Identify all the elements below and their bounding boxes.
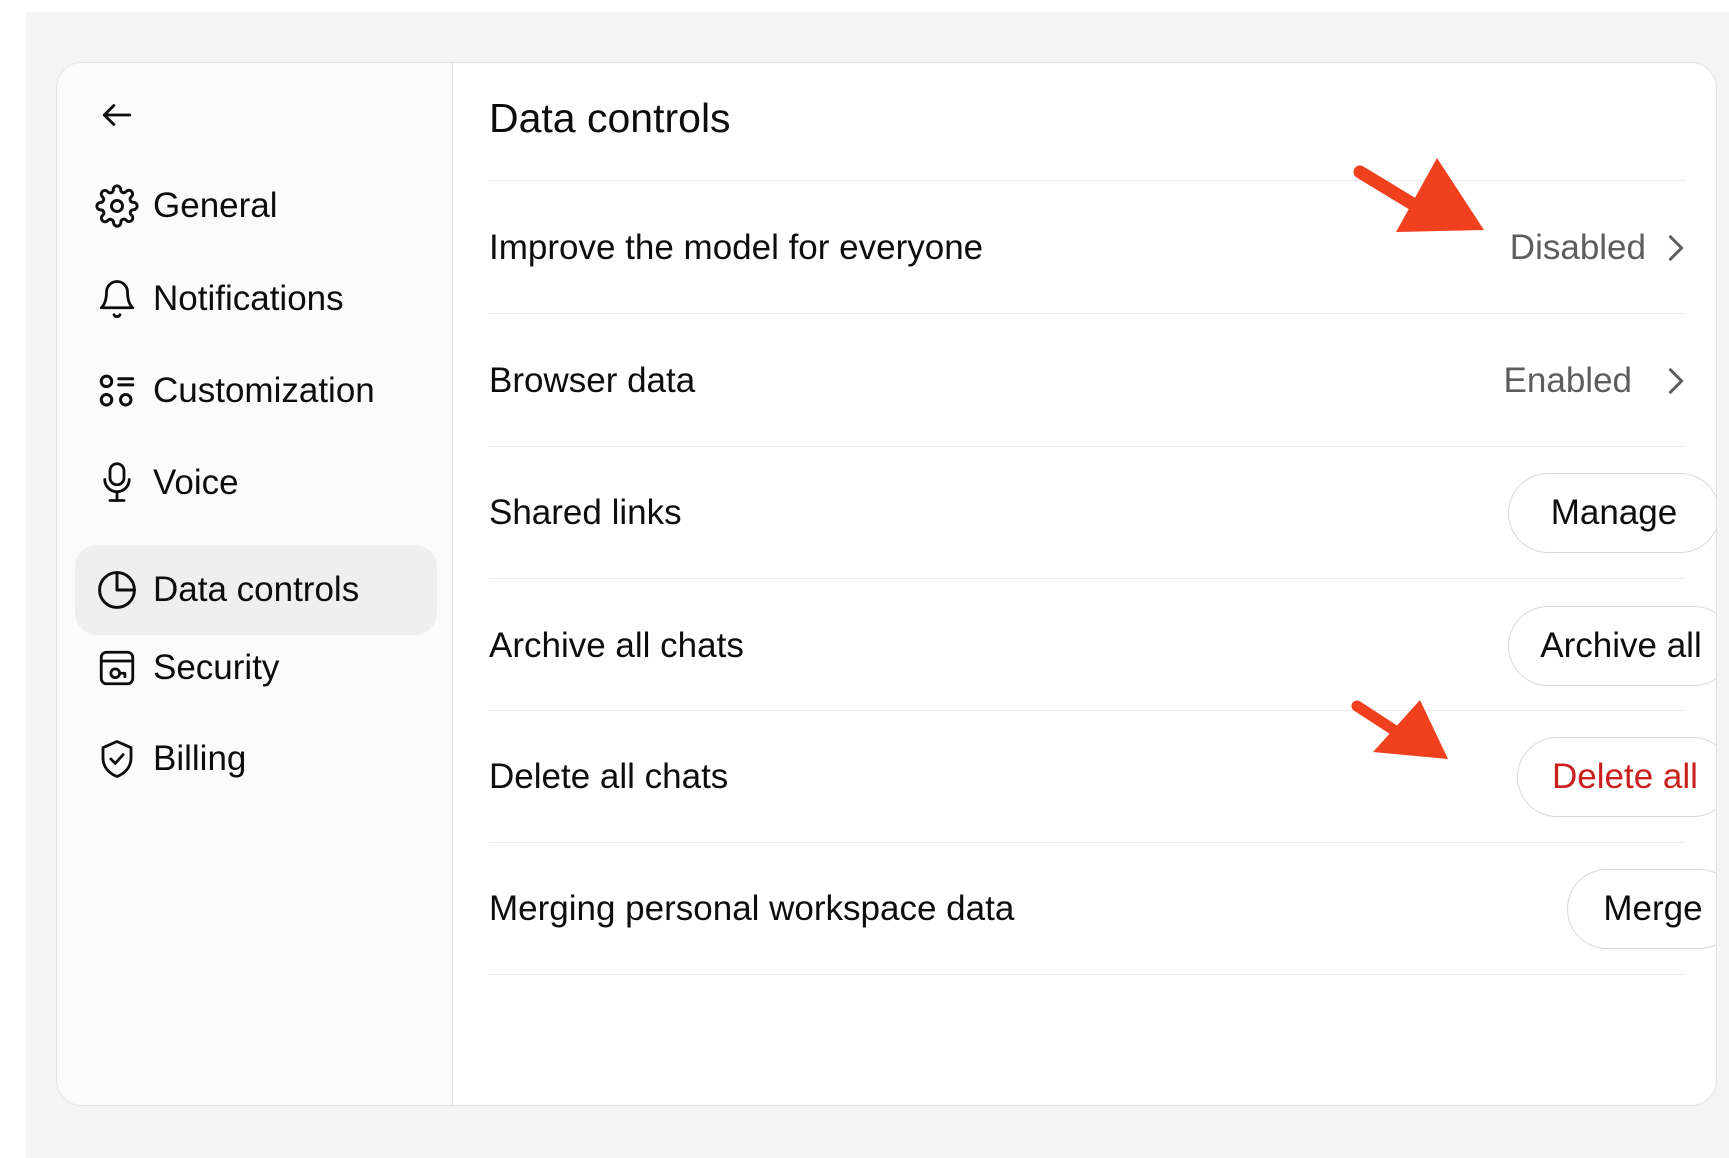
settings-content: Data controls Improve the model for ever… xyxy=(489,63,1716,1105)
annotation-arrow-disabled xyxy=(1353,158,1484,232)
microphone-icon xyxy=(93,459,141,507)
merge-button[interactable]: Merge xyxy=(1567,869,1716,949)
divider xyxy=(489,313,1686,314)
sidebar-item-notifications[interactable]: Notifications xyxy=(75,254,437,344)
browser-data-setting[interactable]: Enabled xyxy=(1504,361,1686,401)
sidebar-item-security[interactable]: Security xyxy=(75,623,437,713)
row-label-improve-model: Improve the model for everyone xyxy=(489,228,984,267)
sidebar-item-label: Billing xyxy=(153,739,247,778)
divider xyxy=(489,842,1686,843)
arrow-left-icon xyxy=(102,104,132,126)
improve-model-value: Disabled xyxy=(1509,228,1646,267)
bell-icon xyxy=(93,275,141,323)
sidebar-item-label: Notifications xyxy=(153,279,344,318)
sidebar-item-data-controls[interactable]: Data controls xyxy=(75,545,437,635)
sidebar-item-billing[interactable]: Billing xyxy=(75,714,437,804)
divider xyxy=(489,180,1686,181)
sidebar-item-label: Security xyxy=(153,648,280,687)
page-title: Data controls xyxy=(489,95,731,141)
divider xyxy=(489,974,1686,975)
divider xyxy=(489,578,1686,579)
divider xyxy=(489,446,1686,447)
sidebar-item-customization[interactable]: Customization xyxy=(75,346,437,436)
sidebar-item-label: Data controls xyxy=(153,570,360,609)
shield-check-icon xyxy=(93,735,141,783)
chevron-right-icon xyxy=(1666,366,1686,396)
row-label-browser-data: Browser data xyxy=(489,361,696,400)
divider xyxy=(489,710,1686,711)
delete-all-button[interactable]: Delete all xyxy=(1517,737,1716,817)
annotation-arrow-delete-all xyxy=(1351,700,1448,759)
gear-icon xyxy=(93,182,141,230)
pie-chart-icon xyxy=(93,566,141,614)
lock-card-icon xyxy=(93,644,141,692)
sidebar-item-label: Voice xyxy=(153,463,239,502)
settings-sidebar: General Notifications Customization Voic… xyxy=(57,63,453,1105)
row-label-delete-all-chats: Delete all chats xyxy=(489,757,729,796)
chevron-right-icon xyxy=(1666,233,1686,263)
sidebar-item-label: General xyxy=(153,186,278,225)
customization-icon xyxy=(93,367,141,415)
row-label-merge-workspace: Merging personal workspace data xyxy=(489,889,1015,928)
sidebar-item-voice[interactable]: Voice xyxy=(75,438,437,528)
row-label-shared-links: Shared links xyxy=(489,493,682,532)
row-label-archive-all-chats: Archive all chats xyxy=(489,626,744,665)
browser-data-value: Enabled xyxy=(1503,361,1632,400)
sidebar-item-general[interactable]: General xyxy=(75,161,437,251)
archive-all-button[interactable]: Archive all xyxy=(1508,606,1716,686)
sidebar-item-label: Customization xyxy=(153,371,375,410)
back-button[interactable] xyxy=(95,93,139,137)
improve-model-setting[interactable]: Disabled xyxy=(1510,228,1686,268)
manage-button[interactable]: Manage xyxy=(1508,473,1716,553)
